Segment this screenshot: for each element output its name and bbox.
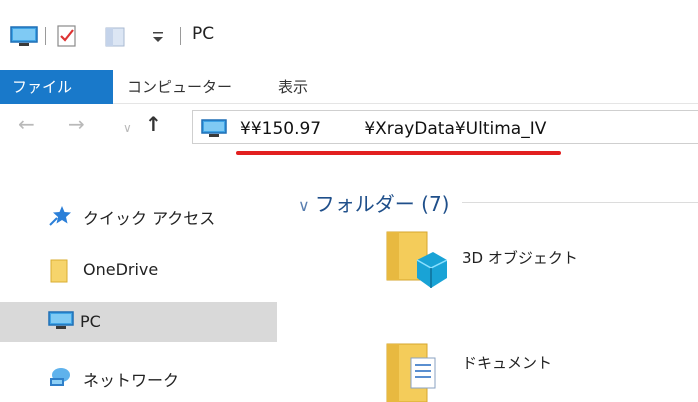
sidebar-item-pc[interactable]: PC — [0, 302, 277, 342]
new-folder-icon[interactable] — [104, 26, 126, 48]
pc-icon — [201, 119, 227, 139]
chevron-down-icon: ∨ — [298, 196, 315, 215]
network-icon — [48, 366, 72, 388]
chevron-down-icon[interactable]: ∨ — [123, 118, 132, 138]
navigation-pane: クイック アクセス OneDrive PC ネットワーク — [0, 160, 280, 402]
ribbon-tabs: ファイル コンピューター 表示 — [0, 70, 698, 104]
sidebar-item-label: PC — [80, 312, 101, 331]
group-divider — [462, 202, 698, 203]
pc-icon[interactable] — [10, 26, 38, 48]
tab-computer[interactable]: コンピューター — [127, 70, 232, 104]
folder-label: 3D オブジェクト — [462, 249, 578, 267]
documents-folder-icon — [385, 343, 447, 402]
sidebar-item-label: OneDrive — [83, 260, 159, 279]
group-header[interactable]: ∨ フォルダー (7) — [298, 188, 449, 217]
group-header-label: フォルダー (7) — [314, 192, 450, 216]
customize-qat-icon[interactable] — [150, 28, 166, 44]
folder-3d-objects[interactable] — [385, 228, 448, 290]
tab-file[interactable]: ファイル — [0, 70, 113, 104]
sidebar-item-onedrive[interactable]: OneDrive — [0, 250, 277, 290]
title-separator — [45, 27, 46, 45]
properties-icon[interactable] — [56, 24, 78, 48]
window-title: PC — [192, 24, 215, 44]
sidebar-item-network[interactable]: ネットワーク — [0, 357, 277, 397]
3d-objects-folder-icon — [385, 231, 448, 296]
pc-icon — [48, 311, 74, 333]
arrow-right-icon[interactable]: → — [68, 114, 85, 134]
folder-icon — [48, 259, 72, 283]
highlight-underline — [236, 151, 561, 155]
title-separator — [180, 27, 181, 45]
arrow-up-icon[interactable]: ↑ — [145, 114, 162, 134]
sidebar-item-quick-access[interactable]: クイック アクセス — [0, 195, 277, 235]
tab-view[interactable]: 表示 — [278, 70, 308, 104]
folder-documents[interactable] — [385, 340, 445, 402]
sidebar-item-label: クイック アクセス — [83, 209, 216, 228]
sidebar-item-label: ネットワーク — [83, 371, 180, 390]
folder-label: ドキュメント — [462, 354, 553, 372]
address-path[interactable]: ¥¥150.97 ¥XrayData¥Ultima_IV — [240, 119, 546, 139]
arrow-left-icon[interactable]: ← — [18, 114, 35, 134]
title-bar: PC — [0, 0, 698, 70]
star-icon — [48, 204, 72, 226]
